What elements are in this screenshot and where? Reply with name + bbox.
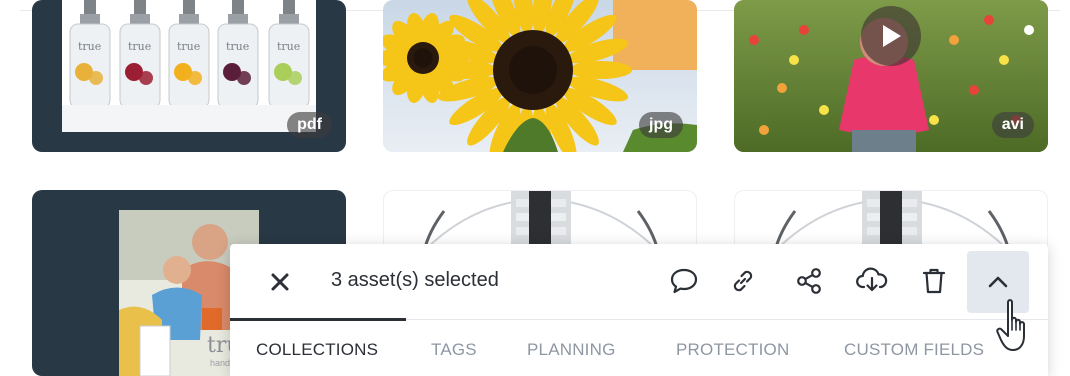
share-button[interactable] [791,263,827,299]
bottle-label: true [226,40,249,53]
tab-collections[interactable]: COLLECTIONS [256,340,378,360]
comment-icon [670,268,698,294]
tab-tags[interactable]: TAGS [431,340,477,360]
tab-planning[interactable]: PLANNING [527,340,616,360]
download-button[interactable] [854,263,890,299]
asset-card-avi[interactable]: avi [734,0,1048,152]
selection-action-bar: 3 asset(s) selected COLLECTIONS TAGS PLA… [230,244,1048,376]
file-type-badge: pdf [287,112,332,138]
asset-card-jpg[interactable]: jpg [383,0,697,152]
comment-button[interactable] [666,263,702,299]
copy-link-button[interactable] [725,263,761,299]
clear-selection-button[interactable] [264,266,296,298]
share-icon [797,268,821,294]
hand-cursor-icon [996,299,1025,351]
bottle-label: true [277,40,300,53]
file-type-badge: avi [991,112,1034,138]
chevron-up-icon [988,276,1008,288]
trash-icon [922,268,946,294]
play-button[interactable] [861,6,921,66]
selection-toolbar: 3 asset(s) selected [230,244,1048,319]
bottle-label: true [128,40,151,53]
download-icon [856,267,888,292]
asset-grid: true true true true true pdf jpg avi han… [0,0,1070,376]
file-type-badge: jpg [639,112,683,138]
play-icon [883,25,901,47]
asset-card-pdf[interactable]: true true true true true pdf [32,0,346,152]
close-icon [271,273,289,291]
bottle-label: true [78,40,101,53]
delete-button[interactable] [916,263,952,299]
tab-protection[interactable]: PROTECTION [676,340,789,360]
tab-custom-fields[interactable]: CUSTOM FIELDS [844,340,984,360]
bottle-label: true [177,40,200,53]
link-icon [733,270,753,292]
selection-count: 3 asset(s) selected [331,269,499,291]
bulk-edit-tabs: COLLECTIONS TAGS PLANNING PROTECTION CUS… [230,320,1048,376]
